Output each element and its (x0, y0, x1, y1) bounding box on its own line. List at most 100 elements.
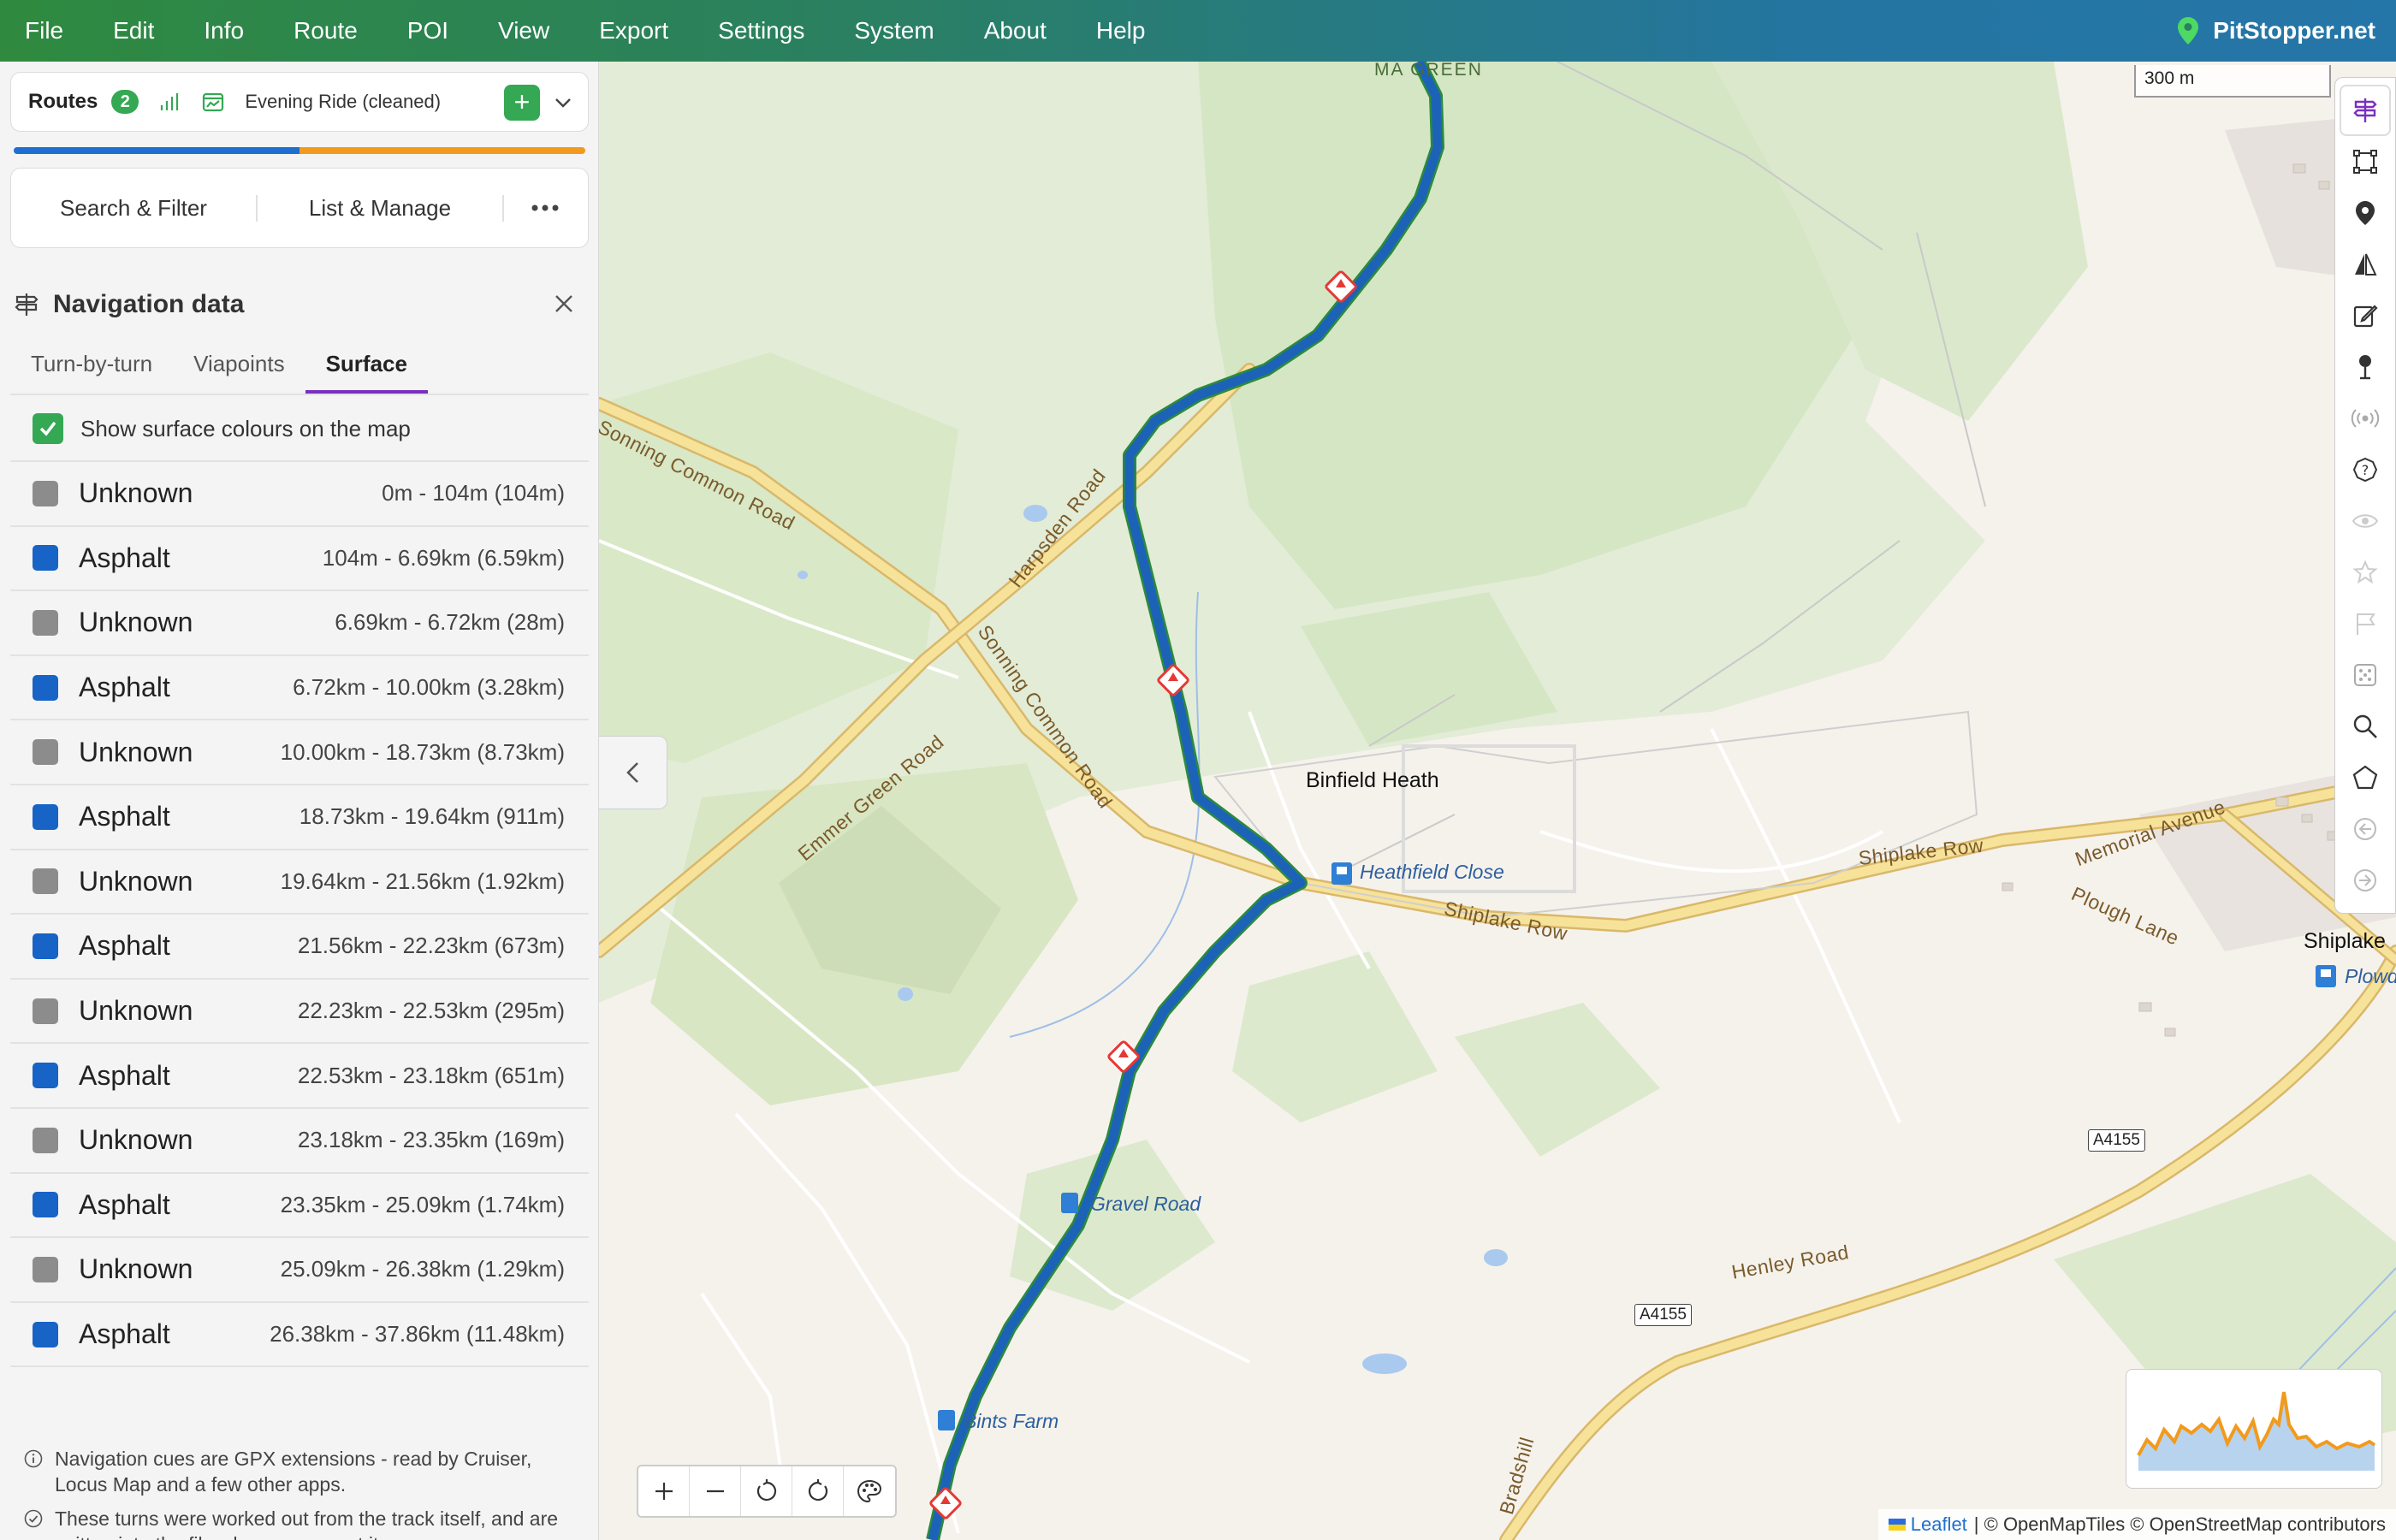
note-item: These turns were worked out from the tra… (24, 1506, 572, 1540)
flag-icon[interactable] (2340, 598, 2391, 649)
surface-row[interactable]: Unknown 22.23km - 22.53km (295m) (10, 980, 589, 1045)
routes-count-badge: 2 (111, 90, 139, 114)
rotate-right-icon[interactable] (792, 1466, 844, 1516)
menu-edit[interactable]: Edit (113, 17, 179, 44)
eye-icon[interactable] (2340, 495, 2391, 547)
dice-icon[interactable] (2340, 649, 2391, 701)
mirror-icon[interactable] (2340, 239, 2391, 290)
surface-row[interactable]: Asphalt 26.38km - 37.86km (11.48km) (10, 1303, 589, 1368)
surface-range: 26.38km - 37.86km (11.48km) (270, 1321, 565, 1348)
help-icon[interactable]: ? (2340, 444, 2391, 495)
pentagon-icon[interactable] (2340, 752, 2391, 803)
surface-list: Unknown 0m - 104m (104m) Asphalt 104m - 6.6… (10, 462, 589, 1368)
elevation-chart (2137, 1391, 2376, 1471)
checkbox-checked-icon[interactable] (33, 413, 63, 444)
road-shield: A4155 (1634, 1304, 1692, 1326)
routes-label[interactable]: Routes (28, 90, 98, 114)
map-toolbar: ? (2334, 77, 2396, 914)
menu-view[interactable]: View (498, 17, 574, 44)
map-view[interactable]: MA GREEN Sonning Common Road Sonning Com… (599, 62, 2396, 1540)
surface-row[interactable]: Unknown 19.64km - 21.56km (1.92km) (10, 850, 589, 915)
select-area-icon[interactable] (2340, 136, 2391, 187)
current-route-name[interactable]: Evening Ride (cleaned) (245, 91, 441, 113)
surface-name: Unknown (79, 607, 193, 638)
list-manage-button[interactable]: List & Manage (256, 194, 504, 222)
surface-row[interactable]: Unknown 0m - 104m (104m) (10, 462, 589, 527)
show-surface-label: Show surface colours on the map (80, 415, 411, 441)
surface-range: 6.69km - 6.72km (28m) (335, 609, 565, 636)
surface-row[interactable]: Asphalt 23.35km - 25.09km (1.74km) (10, 1174, 589, 1239)
surface-name: Unknown (79, 1124, 193, 1156)
menu-about[interactable]: About (984, 17, 1071, 44)
add-route-button[interactable]: + (504, 85, 540, 121)
surface-row[interactable]: Asphalt 6.72km - 10.00km (3.28km) (10, 656, 589, 721)
map-scale: 300 m (2134, 65, 2331, 98)
surface-range: 23.35km - 25.09km (1.74km) (280, 1191, 565, 1217)
menu-file[interactable]: File (25, 17, 88, 44)
map-label-poi: Plowd (2345, 965, 2396, 987)
map-marker-icon[interactable] (2340, 187, 2391, 239)
elevation-profile[interactable] (2126, 1369, 2382, 1489)
surface-row[interactable]: Unknown 6.69km - 6.72km (28m) (10, 591, 589, 656)
surface-name: Unknown (79, 995, 193, 1027)
surface-color-swatch (33, 1321, 58, 1348)
rotate-left-icon[interactable] (741, 1466, 792, 1516)
show-surface-toggle[interactable]: Show surface colours on the map (10, 397, 589, 462)
leaflet-link[interactable]: Leaflet (1911, 1513, 1967, 1536)
zoom-out-icon[interactable] (690, 1466, 741, 1516)
surface-row[interactable]: Asphalt 104m - 6.69km (6.59km) (10, 527, 589, 592)
tab-turn-by-turn[interactable]: Turn-by-turn (10, 335, 173, 394)
surface-color-swatch (33, 1127, 58, 1153)
zoom-in-icon[interactable] (638, 1466, 690, 1516)
pushpin-icon[interactable] (2340, 341, 2391, 393)
redo-icon[interactable] (2340, 855, 2391, 906)
surface-row[interactable]: Asphalt 21.56km - 22.23km (673m) (10, 915, 589, 980)
map-attribution: Leaflet | © OpenMapTiles © OpenStreetMap… (1877, 1509, 2396, 1540)
surface-name: Unknown (79, 865, 193, 897)
bar-chart-icon[interactable] (159, 92, 181, 112)
search-icon[interactable] (2340, 701, 2391, 752)
surface-range: 104m - 6.69km (6.59km) (322, 544, 565, 571)
surface-name: Asphalt (79, 801, 170, 832)
surface-row[interactable]: Unknown 23.18km - 23.35km (169m) (10, 1109, 589, 1174)
palette-icon[interactable] (844, 1466, 895, 1516)
surface-row[interactable]: Unknown 25.09km - 26.38km (1.29km) (10, 1238, 589, 1303)
calendar-chart-icon[interactable] (202, 92, 224, 112)
menu-export[interactable]: Export (599, 17, 693, 44)
signpost-tool-icon[interactable] (2340, 85, 2391, 136)
collapse-sidebar-button[interactable] (599, 736, 667, 809)
surface-name: Asphalt (79, 930, 170, 962)
surface-range: 25.09km - 26.38km (1.29km) (280, 1256, 565, 1282)
chevron-down-icon[interactable] (552, 92, 574, 118)
surface-name: Unknown (79, 736, 193, 767)
surface-color-swatch (33, 998, 58, 1024)
menu-help[interactable]: Help (1096, 17, 1171, 44)
map-controls (637, 1465, 897, 1518)
tab-surface[interactable]: Surface (305, 335, 428, 394)
sidebar: Routes 2 Evening Ride (cleaned) + Search… (0, 62, 599, 1540)
star-icon[interactable] (2340, 547, 2391, 598)
tab-viapoints[interactable]: Viapoints (173, 335, 305, 394)
menu-settings[interactable]: Settings (718, 17, 829, 44)
surface-row[interactable]: Unknown 10.00km - 18.73km (8.73km) (10, 720, 589, 785)
surface-name: Asphalt (79, 1318, 170, 1350)
more-options-icon[interactable] (504, 204, 586, 212)
surface-name: Unknown (79, 477, 193, 509)
undo-icon[interactable] (2340, 803, 2391, 855)
note-text: These turns were worked out from the tra… (55, 1507, 559, 1540)
map-label-place: Shiplake (2304, 929, 2386, 953)
surface-color-swatch (33, 739, 58, 766)
edit-icon[interactable] (2340, 290, 2391, 341)
menu-system[interactable]: System (854, 17, 958, 44)
surface-color-swatch (33, 1256, 58, 1282)
menu-route[interactable]: Route (294, 17, 383, 44)
surface-row[interactable]: Asphalt 22.53km - 23.18km (651m) (10, 1044, 589, 1109)
navigation-data-title: Navigation data (53, 290, 245, 318)
menu-info[interactable]: Info (204, 17, 269, 44)
surface-row[interactable]: Asphalt 18.73km - 19.64km (911m) (10, 785, 589, 850)
close-icon[interactable] (553, 293, 575, 319)
brand[interactable]: PitStopper.net (2177, 0, 2375, 62)
search-filter-button[interactable]: Search & Filter (11, 195, 256, 222)
broadcast-icon[interactable] (2340, 393, 2391, 444)
menu-poi[interactable]: POI (407, 17, 473, 44)
